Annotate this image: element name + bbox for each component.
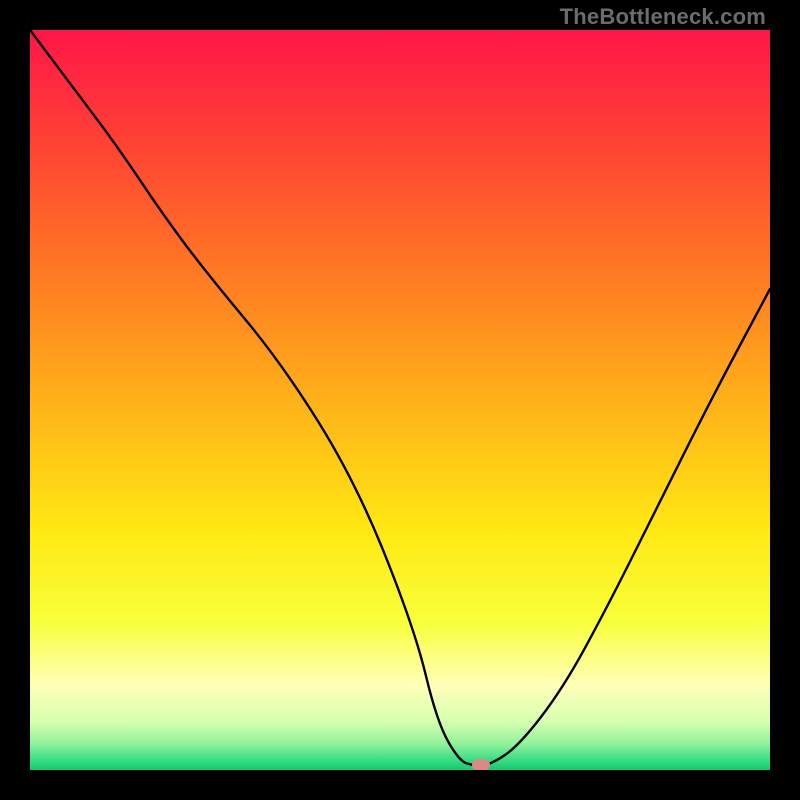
chart-curve [30, 30, 770, 770]
plot-area [30, 30, 770, 770]
watermark-text: TheBottleneck.com [560, 4, 766, 30]
chart-frame: { "watermark": "TheBottleneck.com", "cha… [0, 0, 800, 800]
optimum-marker [472, 759, 490, 770]
